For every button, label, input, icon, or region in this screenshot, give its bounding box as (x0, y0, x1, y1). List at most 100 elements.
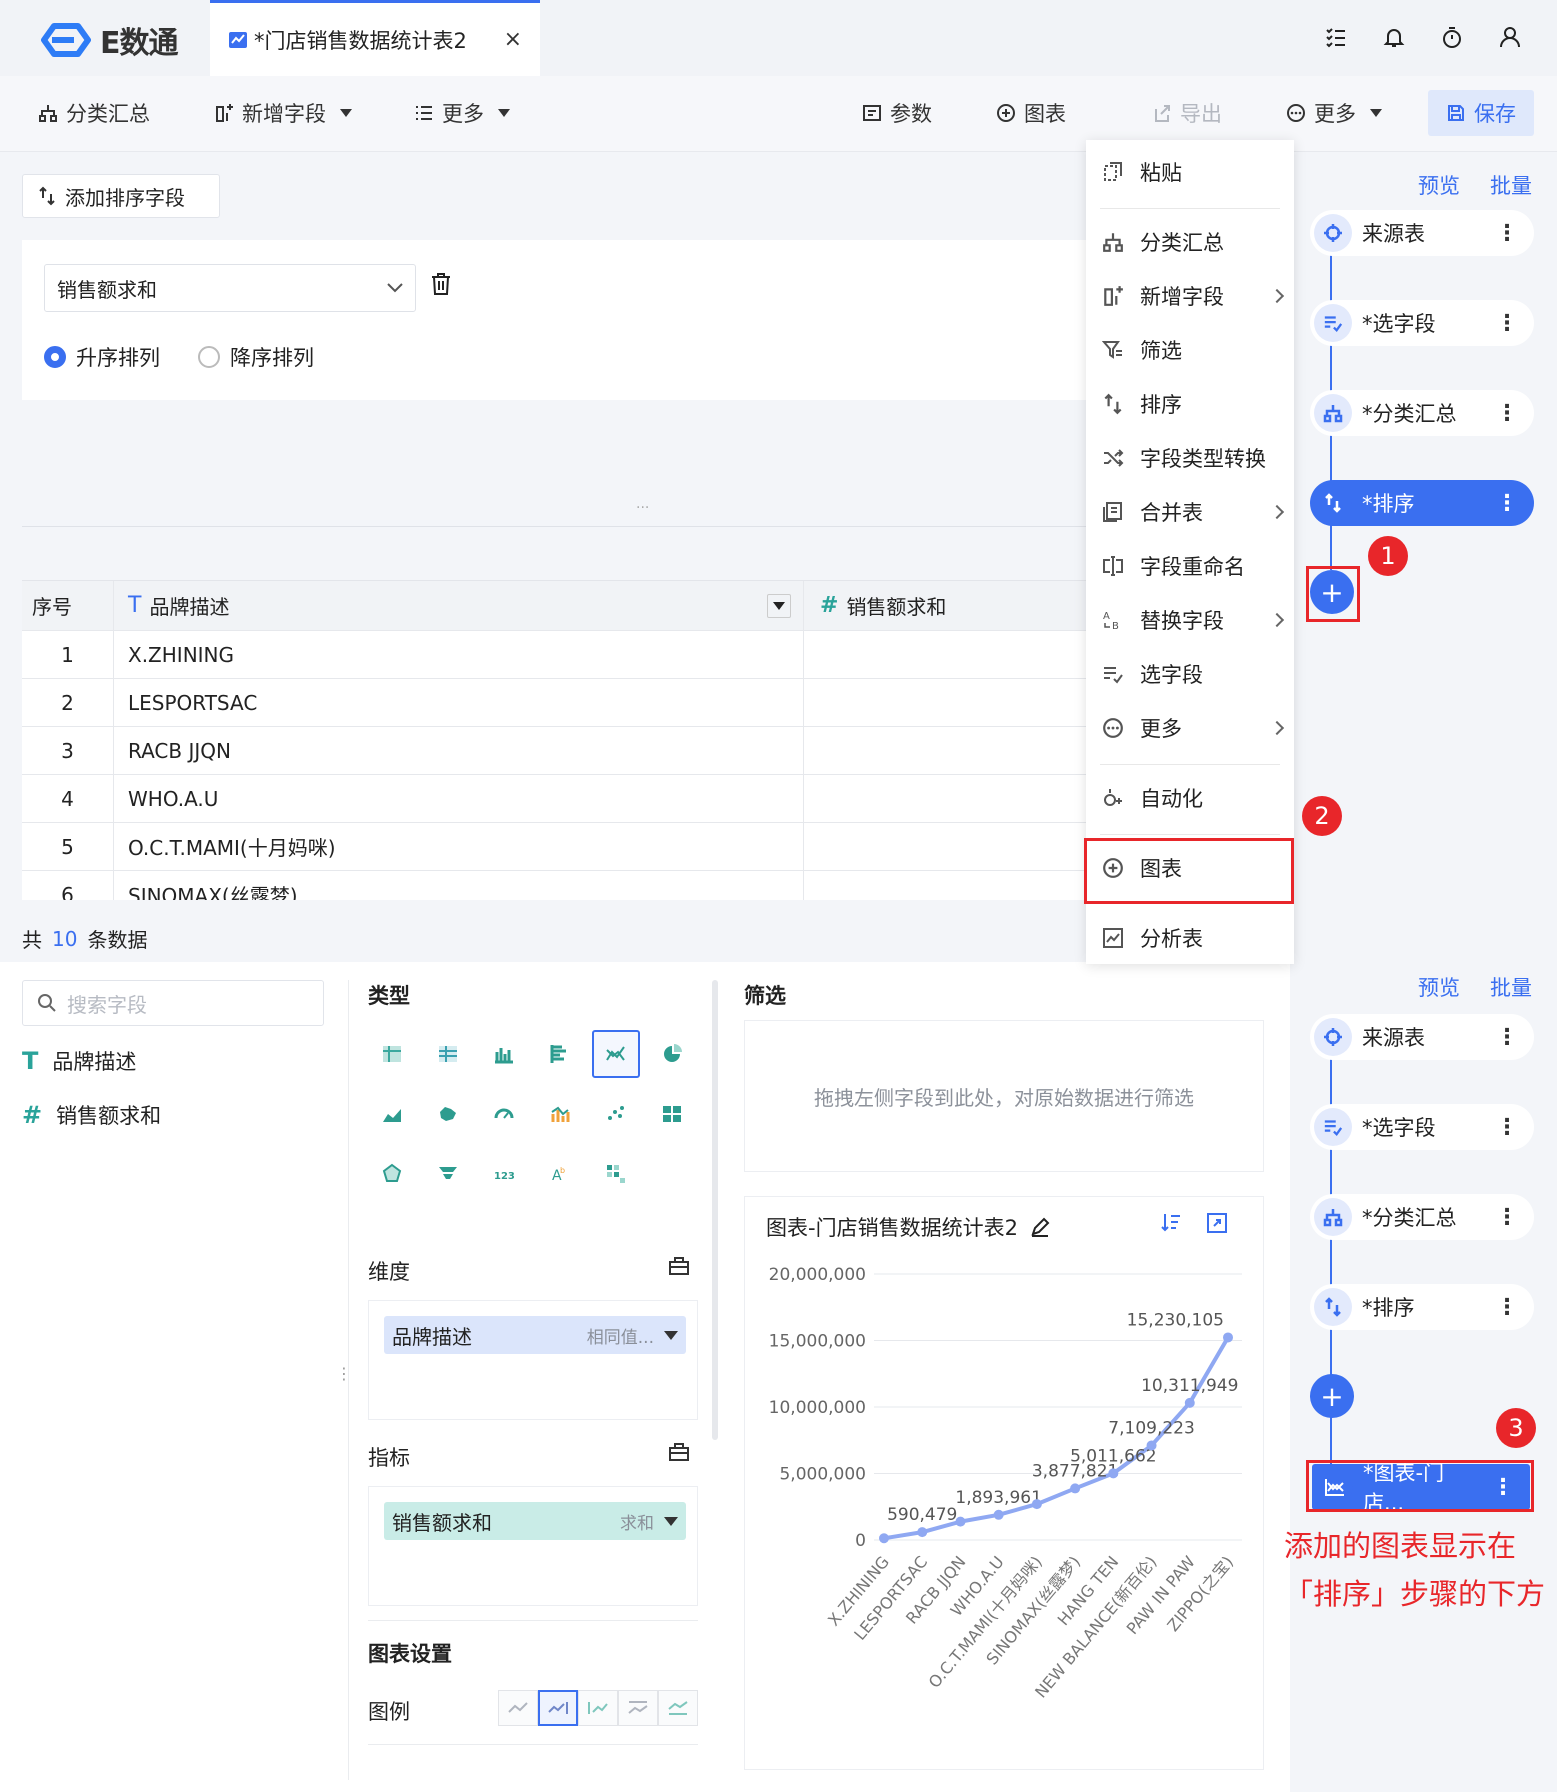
word-cloud-icon[interactable]: Ab (536, 1150, 584, 1198)
metric-pill[interactable]: 销售额求和 求和 (384, 1502, 686, 1540)
radar-icon[interactable] (368, 1150, 416, 1198)
more-right-button[interactable]: 更多 (1286, 98, 1382, 128)
task-list-icon[interactable] (1321, 22, 1351, 52)
legend-top-icon[interactable] (618, 1690, 658, 1726)
save-button[interactable]: 保存 (1428, 90, 1534, 136)
chevron-down-icon (664, 1516, 678, 1526)
kebab-menu-icon[interactable]: ⋮ (1496, 221, 1518, 246)
menu-item-paste[interactable]: 粘贴 (1086, 148, 1294, 196)
add-field-button[interactable]: 新增字段 (214, 98, 352, 128)
timer-icon[interactable] (1437, 22, 1467, 52)
menu-item-filter[interactable]: 筛选 (1086, 326, 1294, 374)
add-sort-field-button[interactable]: 添加排序字段 (22, 174, 220, 218)
kebab-menu-icon[interactable]: ⋮ (1496, 1115, 1518, 1140)
dimension-pill[interactable]: 品牌描述 相同值... (384, 1316, 686, 1354)
line-chart-icon[interactable] (592, 1030, 640, 1078)
kebab-menu-icon[interactable]: ⋮ (1496, 1295, 1518, 1320)
flow-node-group-summary[interactable]: *分类汇总 ⋮ (1310, 1194, 1534, 1240)
menu-item-analysis-table[interactable]: 分析表 (1086, 914, 1294, 962)
combo-chart-icon[interactable] (536, 1090, 584, 1138)
flow-node-select-field[interactable]: *选字段 ⋮ (1310, 1104, 1534, 1150)
group-summary-button[interactable]: 分类汇总 (38, 98, 150, 128)
bar-chart-icon[interactable] (480, 1030, 528, 1078)
area-chart-icon[interactable] (368, 1090, 416, 1138)
edit-pen-icon[interactable] (1030, 1217, 1050, 1237)
panel-scrollbar[interactable] (712, 980, 718, 1440)
tab-close-icon[interactable]: × (504, 27, 522, 52)
flow-node-sort[interactable]: *排序 ⋮ (1310, 1284, 1534, 1330)
horizontal-bar-icon[interactable] (536, 1030, 584, 1078)
table-row[interactable]: 1 X.ZHINING (22, 631, 1090, 679)
kebab-menu-icon[interactable]: ⋮ (1496, 401, 1518, 426)
legend-right-icon[interactable] (538, 1690, 578, 1726)
export-button[interactable]: 导出 (1152, 98, 1222, 128)
matrix-icon[interactable] (648, 1090, 696, 1138)
more-left-button[interactable]: 更多 (414, 98, 510, 128)
scatter-icon[interactable] (592, 1090, 640, 1138)
header-brand[interactable]: T 品牌描述 (114, 581, 804, 630)
menu-item-type-convert[interactable]: 字段类型转换 (1086, 434, 1294, 482)
filter-drop-zone[interactable]: 拖拽左侧字段到此处，对原始数据进行筛选 (744, 1020, 1264, 1172)
chart-toolbar-button[interactable]: 图表 (996, 98, 1066, 128)
menu-item-add-field[interactable]: 新增字段 (1086, 272, 1294, 320)
column-dropdown-icon[interactable] (767, 593, 791, 618)
gauge-icon[interactable] (480, 1090, 528, 1138)
flow-node-sort-active[interactable]: *排序 ⋮ (1310, 480, 1534, 526)
desc-radio[interactable]: 降序排列 (198, 342, 314, 372)
panel-resize-handle[interactable]: ⋮ (336, 1364, 352, 1383)
legend-none-icon[interactable] (498, 1690, 538, 1726)
user-icon[interactable] (1495, 22, 1525, 52)
asc-radio[interactable]: 升序排列 (44, 342, 160, 372)
expand-icon[interactable] (1206, 1212, 1228, 1234)
field-brand[interactable]: T 品牌描述 (22, 1046, 136, 1076)
bell-icon[interactable] (1379, 22, 1409, 52)
add-step-button[interactable]: + (1310, 1374, 1354, 1418)
flow-node-select-field[interactable]: *选字段 ⋮ (1310, 300, 1534, 346)
header-sales[interactable]: # 销售额求和 (804, 581, 1090, 630)
delete-sort-icon[interactable] (430, 272, 452, 296)
batch-link[interactable]: 批量 (1490, 972, 1532, 1002)
menu-item-sort[interactable]: 排序 (1086, 380, 1294, 428)
menu-item-select-field[interactable]: 选字段 (1086, 650, 1294, 698)
field-sales[interactable]: # 销售额求和 (22, 1100, 161, 1130)
table-row[interactable]: 2 LESPORTSAC (22, 679, 1090, 727)
kebab-menu-icon[interactable]: ⋮ (1496, 1025, 1518, 1050)
menu-item-merge-table[interactable]: 合并表 (1086, 488, 1294, 536)
menu-item-more[interactable]: 更多 (1086, 704, 1294, 752)
menu-item-replace-field[interactable]: A B 替换字段 (1086, 596, 1294, 644)
chart-sort-icon[interactable] (1160, 1212, 1182, 1234)
legend-bottom-icon[interactable] (658, 1690, 698, 1726)
kpi-number-icon[interactable]: 123 (480, 1150, 528, 1198)
table-row[interactable]: 5 O.C.T.MAMI(十月妈咪) (22, 823, 1090, 871)
menu-item-rename-field[interactable]: 字段重命名 (1086, 542, 1294, 590)
metric-settings-icon[interactable] (668, 1442, 690, 1462)
kebab-menu-icon[interactable]: ⋮ (1496, 311, 1518, 336)
legend-left-icon[interactable] (578, 1690, 618, 1726)
menu-item-group-summary[interactable]: 分类汇总 (1086, 218, 1294, 266)
table-row[interactable]: 4 WHO.A.U (22, 775, 1090, 823)
dimension-settings-icon[interactable] (668, 1256, 690, 1276)
table-row[interactable]: 6 SINOMAX(丝露梦) (22, 871, 1090, 900)
preview-link[interactable]: 预览 (1418, 972, 1460, 1002)
flow-node-group-summary[interactable]: *分类汇总 ⋮ (1310, 390, 1534, 436)
preview-link[interactable]: 预览 (1418, 170, 1460, 200)
document-tab[interactable]: *门店销售数据统计表2 × (210, 0, 540, 76)
flow-node-source[interactable]: 来源表 ⋮ (1310, 1014, 1534, 1060)
kebab-menu-icon[interactable]: ⋮ (1496, 1205, 1518, 1230)
table-row[interactable]: 3 RACB JJQN (22, 727, 1090, 775)
funnel-icon[interactable] (424, 1150, 472, 1198)
resize-handle[interactable]: ··· (636, 500, 649, 516)
pie-chart-icon[interactable] (648, 1030, 696, 1078)
batch-link[interactable]: 批量 (1490, 170, 1532, 200)
sort-field-select[interactable]: 销售额求和 (44, 264, 416, 312)
detail-table-icon[interactable] (424, 1030, 472, 1078)
table-icon[interactable] (368, 1030, 416, 1078)
heatmap-icon[interactable] (592, 1150, 640, 1198)
flow-node-source[interactable]: 来源表 ⋮ (1310, 210, 1534, 256)
kebab-menu-icon[interactable]: ⋮ (1496, 491, 1518, 516)
map-icon[interactable] (424, 1090, 472, 1138)
params-button[interactable]: 参数 (862, 98, 932, 128)
menu-item-automation[interactable]: 自动化 (1086, 774, 1294, 822)
metric-label: 指标 (368, 1446, 410, 1470)
field-search-input[interactable]: 搜索字段 (22, 980, 324, 1026)
